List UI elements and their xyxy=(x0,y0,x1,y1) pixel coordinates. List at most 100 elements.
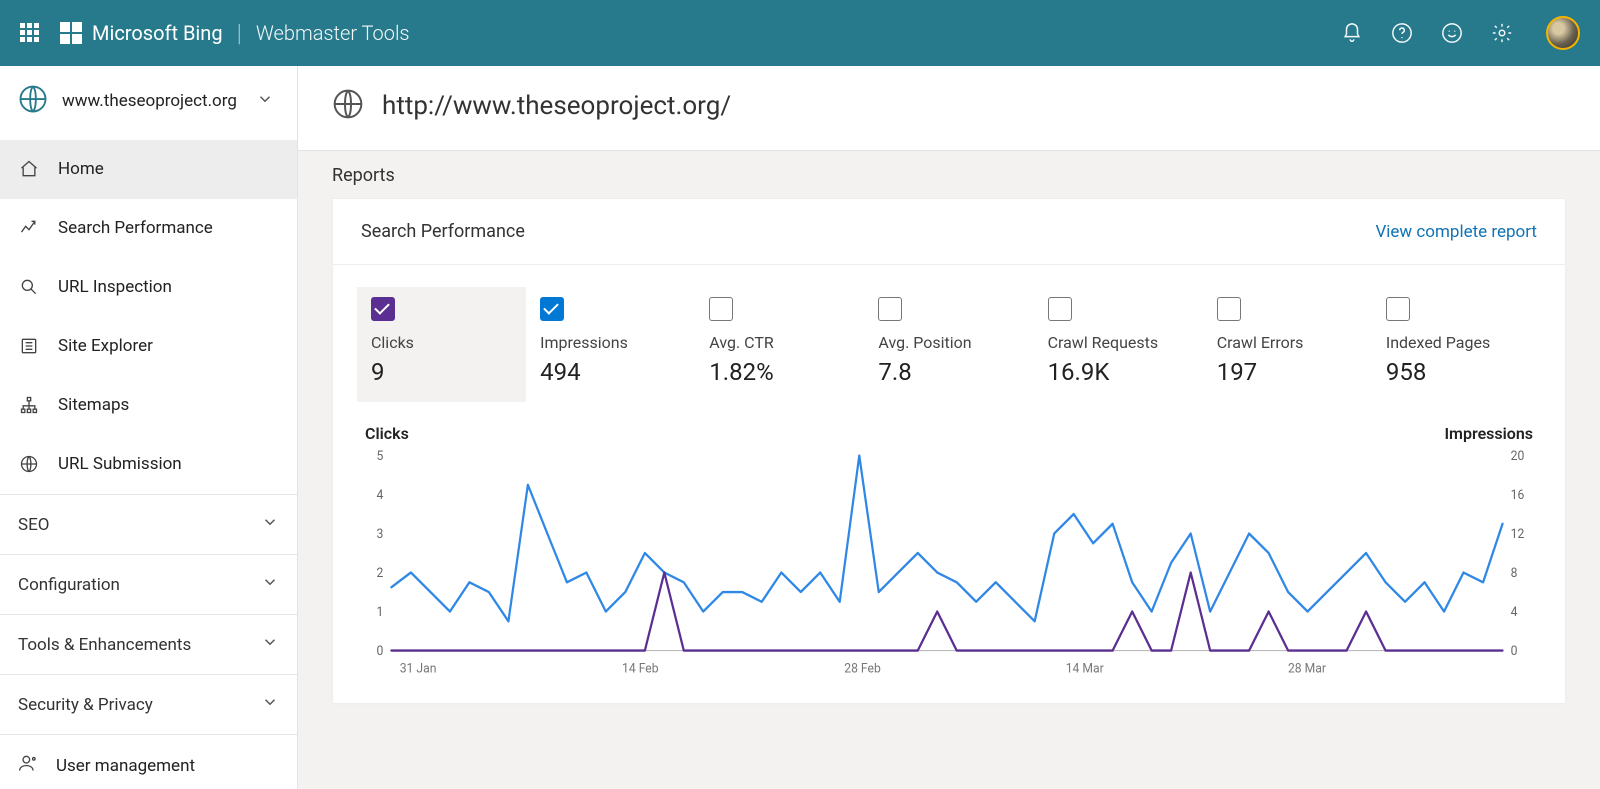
site-selector-domain: www.theseoproject.org xyxy=(62,91,242,111)
nav-label: Site Explorer xyxy=(58,336,153,356)
nav-home[interactable]: Home xyxy=(0,140,297,199)
sidebar: www.theseoproject.org Home Search Perfor… xyxy=(0,66,298,789)
metric-checkbox[interactable] xyxy=(1217,297,1241,321)
sitemap-icon xyxy=(18,394,40,416)
nav-group-label: Tools & Enhancements xyxy=(18,635,191,655)
section-title: Reports xyxy=(298,151,1600,198)
svg-text:20: 20 xyxy=(1511,449,1525,464)
user-avatar[interactable] xyxy=(1546,16,1580,50)
notifications-icon[interactable] xyxy=(1340,21,1364,45)
brand-name: Microsoft Bing xyxy=(92,21,223,45)
app-launcher-icon[interactable] xyxy=(20,23,40,43)
page-url: http://www.theseoproject.org/ xyxy=(382,91,731,121)
nav-sitemaps[interactable]: Sitemaps xyxy=(0,376,297,435)
topbar: Microsoft Bing | Webmaster Tools xyxy=(0,0,1600,66)
metric-avg_ctr[interactable]: Avg. CTR 1.82% xyxy=(695,287,864,402)
chart-area: Clicks Impressions 01234504812162031 Jan… xyxy=(333,412,1565,703)
svg-text:28 Feb: 28 Feb xyxy=(844,661,881,677)
svg-text:31 Jan: 31 Jan xyxy=(400,661,437,677)
trend-icon xyxy=(18,217,40,239)
settings-icon[interactable] xyxy=(1490,21,1514,45)
metric-label: Impressions xyxy=(540,333,681,352)
nav-site-explorer[interactable]: Site Explorer xyxy=(0,317,297,376)
metric-label: Crawl Errors xyxy=(1217,333,1358,352)
view-complete-report-link[interactable]: View complete report xyxy=(1375,222,1537,242)
nav-group-seo[interactable]: SEO xyxy=(0,494,297,554)
svg-text:1: 1 xyxy=(376,604,383,620)
nav-group-configuration[interactable]: Configuration xyxy=(0,554,297,614)
page-header: http://www.theseoproject.org/ xyxy=(298,66,1600,151)
svg-text:5: 5 xyxy=(376,449,383,464)
metric-crawl_errors[interactable]: Crawl Errors 197 xyxy=(1203,287,1372,402)
brand-divider: | xyxy=(237,19,242,47)
card-title: Search Performance xyxy=(361,221,525,242)
globe-icon xyxy=(18,453,40,475)
feedback-icon[interactable] xyxy=(1440,21,1464,45)
metric-checkbox[interactable] xyxy=(540,297,564,321)
metric-value: 197 xyxy=(1217,358,1358,386)
nav-url-inspection[interactable]: URL Inspection xyxy=(0,258,297,317)
metric-value: 494 xyxy=(540,358,681,386)
nav-group-security[interactable]: Security & Privacy xyxy=(0,674,297,734)
nav-label: URL Inspection xyxy=(58,277,172,297)
metric-label: Crawl Requests xyxy=(1048,333,1189,352)
nav-label: URL Submission xyxy=(58,454,182,474)
metric-avg_position[interactable]: Avg. Position 7.8 xyxy=(864,287,1033,402)
metric-checkbox[interactable] xyxy=(371,297,395,321)
nav-group-label: Configuration xyxy=(18,575,120,595)
metric-checkbox[interactable] xyxy=(1048,297,1072,321)
metric-impressions[interactable]: Impressions 494 xyxy=(526,287,695,402)
user-icon xyxy=(18,753,38,778)
svg-text:4: 4 xyxy=(376,488,383,504)
chevron-down-icon xyxy=(261,513,279,536)
svg-text:0: 0 xyxy=(1511,643,1518,659)
nav-search-performance[interactable]: Search Performance xyxy=(0,199,297,258)
nav-user-management[interactable]: User management xyxy=(0,734,297,786)
globe-icon xyxy=(332,88,364,124)
site-selector[interactable]: www.theseoproject.org xyxy=(0,66,297,140)
svg-text:14 Feb: 14 Feb xyxy=(622,661,659,677)
svg-text:8: 8 xyxy=(1511,566,1518,582)
metric-label: Avg. Position xyxy=(878,333,1019,352)
chevron-down-icon xyxy=(261,633,279,656)
nav-url-submission[interactable]: URL Submission xyxy=(0,435,297,494)
chevron-down-icon xyxy=(256,90,274,112)
metric-crawl_requests[interactable]: Crawl Requests 16.9K xyxy=(1034,287,1203,402)
svg-text:28 Mar: 28 Mar xyxy=(1288,661,1327,677)
nav-label: Search Performance xyxy=(58,218,213,238)
svg-text:2: 2 xyxy=(376,566,383,582)
metric-checkbox[interactable] xyxy=(709,297,733,321)
metric-value: 1.82% xyxy=(709,358,850,386)
nav-group-tools[interactable]: Tools & Enhancements xyxy=(0,614,297,674)
svg-text:12: 12 xyxy=(1511,527,1525,543)
metric-row: Clicks 9 Impressions 494 Avg. CTR 1.82% Avg. P… xyxy=(333,265,1565,412)
metric-value: 16.9K xyxy=(1048,358,1189,386)
metric-label: Clicks xyxy=(371,333,512,352)
nav-group-label: SEO xyxy=(18,515,49,535)
svg-text:14 Mar: 14 Mar xyxy=(1066,661,1105,677)
main: http://www.theseoproject.org/ Reports Se… xyxy=(298,66,1600,789)
metric-label: Indexed Pages xyxy=(1386,333,1527,352)
chevron-down-icon xyxy=(261,573,279,596)
svg-text:0: 0 xyxy=(376,643,383,659)
search-icon xyxy=(18,276,40,298)
metric-checkbox[interactable] xyxy=(878,297,902,321)
nav-label: Sitemaps xyxy=(58,395,129,415)
metric-checkbox[interactable] xyxy=(1386,297,1410,321)
nav-label: User management xyxy=(56,756,195,776)
metric-indexed_pages[interactable]: Indexed Pages 958 xyxy=(1372,287,1541,402)
metric-clicks[interactable]: Clicks 9 xyxy=(357,287,526,402)
svg-text:3: 3 xyxy=(376,527,383,543)
nav-group-label: Security & Privacy xyxy=(18,695,153,715)
svg-text:16: 16 xyxy=(1511,488,1525,504)
metric-value: 958 xyxy=(1386,358,1527,386)
home-icon xyxy=(18,158,40,180)
svg-text:4: 4 xyxy=(1511,604,1518,620)
chevron-down-icon xyxy=(261,693,279,716)
globe-icon xyxy=(18,84,48,118)
metric-label: Avg. CTR xyxy=(709,333,850,352)
metric-value: 7.8 xyxy=(878,358,1019,386)
product-name: Webmaster Tools xyxy=(256,21,410,45)
metric-value: 9 xyxy=(371,358,512,386)
help-icon[interactable] xyxy=(1390,21,1414,45)
